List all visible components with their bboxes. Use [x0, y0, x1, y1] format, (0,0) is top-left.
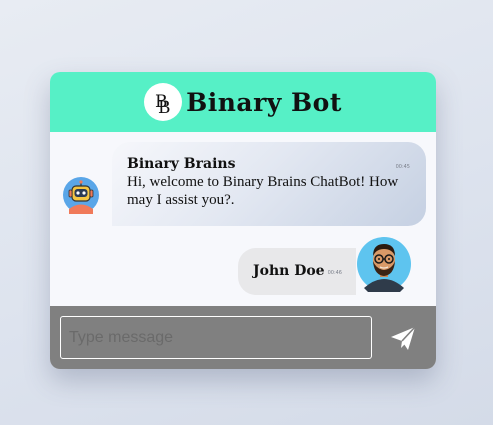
- bb-logo-icon: B B: [144, 83, 183, 121]
- robot-avatar-icon: [62, 176, 100, 214]
- chat-window: B B Binary Bot Binary Brains 00:45 Hi, w…: [50, 72, 436, 369]
- send-button[interactable]: [388, 323, 418, 353]
- bot-sender-name: Binary Brains: [127, 156, 236, 172]
- message-input[interactable]: [60, 316, 372, 359]
- user-avatar-icon: [356, 236, 412, 292]
- user-message-bubble: John Doe 00:46: [238, 248, 356, 295]
- message-list: Binary Brains 00:45 Hi, welcome to Binar…: [50, 132, 436, 306]
- bot-message-text: Hi, welcome to Binary Brains ChatBot! Ho…: [127, 174, 399, 208]
- paper-plane-icon: [391, 326, 416, 350]
- chat-header: B B Binary Bot: [50, 72, 436, 132]
- bot-message-time: 00:45: [395, 164, 410, 170]
- chat-title: Binary Bot: [186, 87, 342, 117]
- svg-text:B: B: [158, 98, 171, 118]
- user-message-time: 00:46: [327, 270, 342, 276]
- message-composer: [50, 306, 436, 369]
- bot-message-bubble: Binary Brains 00:45 Hi, welcome to Binar…: [112, 142, 426, 226]
